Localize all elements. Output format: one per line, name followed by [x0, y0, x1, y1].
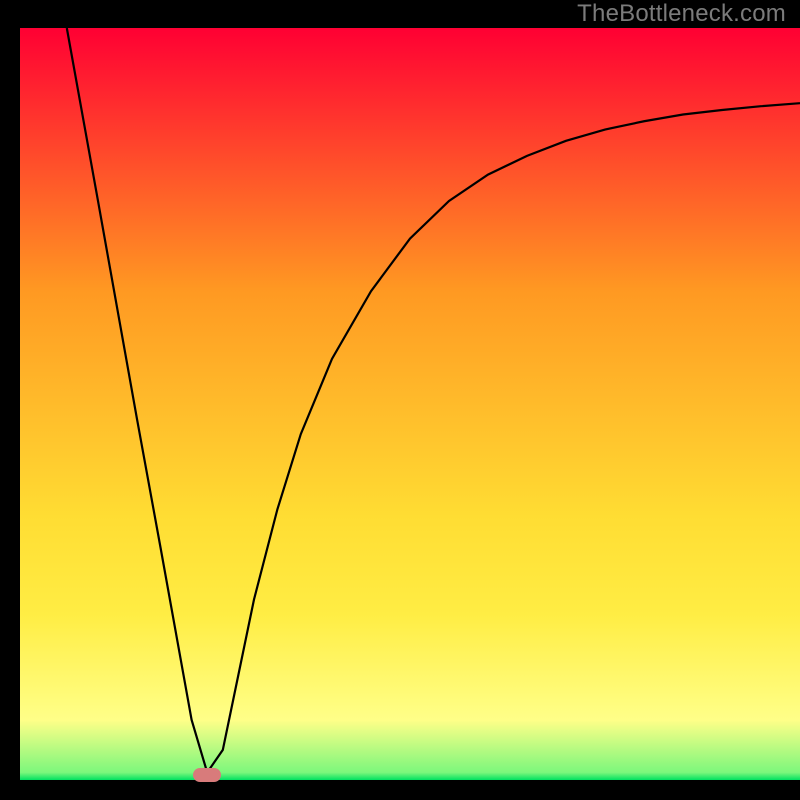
chart-canvas [0, 0, 800, 800]
plot-area [20, 28, 800, 780]
optimal-point-marker [193, 768, 221, 782]
watermark-text: TheBottleneck.com [577, 0, 786, 28]
bottleneck-chart: TheBottleneck.com [0, 0, 800, 800]
